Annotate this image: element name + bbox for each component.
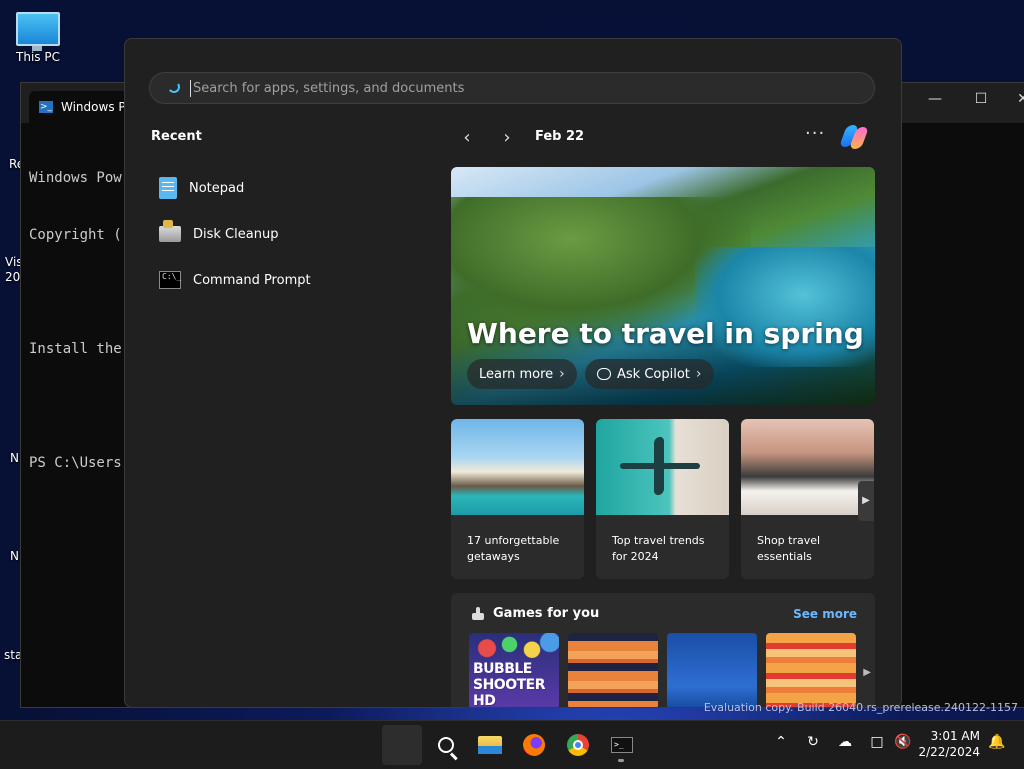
folder-icon <box>478 736 502 754</box>
terminal-line: PS C:\Users <box>29 455 122 471</box>
news-date: Feb 22 <box>535 129 585 144</box>
start-menu: Recent Notepad Disk Cleanup C:\_ Command… <box>124 38 902 708</box>
news-card[interactable]: 17 unforgettable getaways <box>451 419 584 579</box>
desktop-partial-label[interactable]: N <box>10 549 19 563</box>
search-icon <box>166 79 184 97</box>
terminal-tab-title: Windows P <box>61 100 126 114</box>
notepad-icon <box>159 177 177 199</box>
learn-more-label: Learn more <box>479 366 554 382</box>
card-image <box>596 419 729 515</box>
games-section: Games for you See more BUBBLE SHOOTER HD… <box>451 593 875 708</box>
hero-card[interactable]: Where to travel in spring Learn more › A… <box>451 167 875 405</box>
game-title-text: BUBBLE SHOOTER HD <box>473 661 546 708</box>
recent-heading: Recent <box>151 129 202 144</box>
game-tile-bubble-shooter[interactable]: BUBBLE SHOOTER HD <box>469 633 559 708</box>
ask-copilot-button[interactable]: Ask Copilot › <box>585 359 714 389</box>
search-box[interactable] <box>149 72 875 104</box>
speaker-muted-icon[interactable]: 🔇 <box>892 734 914 750</box>
ask-copilot-label: Ask Copilot <box>617 366 690 382</box>
evaluation-watermark: Evaluation copy. Build 26040.rs_prerelea… <box>703 701 1018 714</box>
taskbar-search-button[interactable] <box>426 725 466 765</box>
card-image <box>741 419 874 515</box>
see-more-link[interactable]: See more <box>793 607 857 621</box>
file-explorer-button[interactable] <box>470 725 510 765</box>
game-tile[interactable] <box>568 633 658 707</box>
powershell-icon: >_ <box>39 101 53 113</box>
game-tile[interactable] <box>766 633 856 707</box>
copilot-icon[interactable] <box>838 123 870 151</box>
start-button[interactable] <box>382 725 422 765</box>
taskbar: >_ ⌃ ↻ ☁ □ 🔇 3:01 AM 2/22/2024 🔔 <box>0 720 1024 769</box>
clock[interactable]: 3:01 AM 2/22/2024 <box>918 728 980 760</box>
onedrive-icon[interactable]: ☁ <box>834 734 856 750</box>
recent-item-label: Command Prompt <box>193 272 311 288</box>
firefox-button[interactable] <box>514 725 554 765</box>
chevron-right-icon: › <box>695 366 702 382</box>
previous-arrow-icon[interactable]: ‹ <box>457 127 477 148</box>
airplane-wing-shape <box>654 436 664 496</box>
next-arrow-icon[interactable]: › <box>497 127 517 148</box>
monitor-icon <box>16 12 60 51</box>
search-icon <box>438 737 454 753</box>
active-indicator <box>618 759 624 762</box>
recent-item-disk-cleanup[interactable]: Disk Cleanup <box>159 211 311 257</box>
recent-item-label: Disk Cleanup <box>193 226 279 242</box>
disk-cleanup-icon <box>159 220 181 242</box>
recent-item-command-prompt[interactable]: C:\_ Command Prompt <box>159 257 311 303</box>
terminal-line: Install the <box>29 341 122 357</box>
game-tile[interactable] <box>667 633 757 707</box>
clock-date: 2/22/2024 <box>918 745 980 759</box>
card-image <box>451 419 584 515</box>
terminal-icon: >_ <box>611 737 633 753</box>
clock-time: 3:01 AM <box>930 729 980 743</box>
games-title-label: Games for you <box>493 606 600 621</box>
chevron-right-icon[interactable]: ▶ <box>858 481 874 521</box>
chevron-right-icon: › <box>559 366 565 382</box>
notification-bell-icon[interactable]: 🔔 <box>986 734 1008 750</box>
terminal-line: Windows Pow <box>29 170 122 186</box>
more-options-icon[interactable]: ··· <box>805 123 825 144</box>
minimize-icon[interactable]: — <box>923 91 947 107</box>
recent-item-notepad[interactable]: Notepad <box>159 165 311 211</box>
sync-icon[interactable]: ↻ <box>802 734 824 750</box>
search-input[interactable] <box>190 79 795 97</box>
maximize-icon[interactable]: ☐ <box>969 91 993 107</box>
chrome-button[interactable] <box>558 725 598 765</box>
terminal-output[interactable]: Windows Pow Copyright ( Install the PS C… <box>29 131 122 511</box>
chat-icon <box>597 368 611 380</box>
news-card[interactable]: Top travel trends for 2024 <box>596 419 729 579</box>
chrome-icon <box>567 734 589 756</box>
desktop-partial-label[interactable]: N <box>10 451 19 465</box>
learn-more-button[interactable]: Learn more › <box>467 359 577 389</box>
chevron-right-icon[interactable]: ▶ <box>863 667 871 678</box>
card-text: 17 unforgettable getaways <box>467 534 560 563</box>
network-icon[interactable]: □ <box>866 734 888 750</box>
news-card[interactable]: Shop travel essentials ▶ <box>741 419 874 579</box>
chevron-up-icon[interactable]: ⌃ <box>770 734 792 750</box>
hero-title: Where to travel in spring <box>467 317 864 350</box>
joystick-icon <box>471 606 485 621</box>
firefox-icon <box>523 734 545 756</box>
command-prompt-icon: C:\_ <box>159 271 181 289</box>
desktop-icon-this-pc[interactable]: This PC <box>8 12 68 64</box>
recent-item-label: Notepad <box>189 180 245 196</box>
recent-list: Notepad Disk Cleanup C:\_ Command Prompt <box>159 165 311 303</box>
terminal-line: Copyright ( <box>29 227 122 243</box>
close-icon[interactable]: ✕ <box>1011 91 1024 107</box>
card-text: Shop travel essentials <box>757 534 821 563</box>
games-heading: Games for you <box>471 606 599 621</box>
card-text: Top travel trends for 2024 <box>612 534 705 563</box>
desktop-icon-label: This PC <box>16 50 60 64</box>
